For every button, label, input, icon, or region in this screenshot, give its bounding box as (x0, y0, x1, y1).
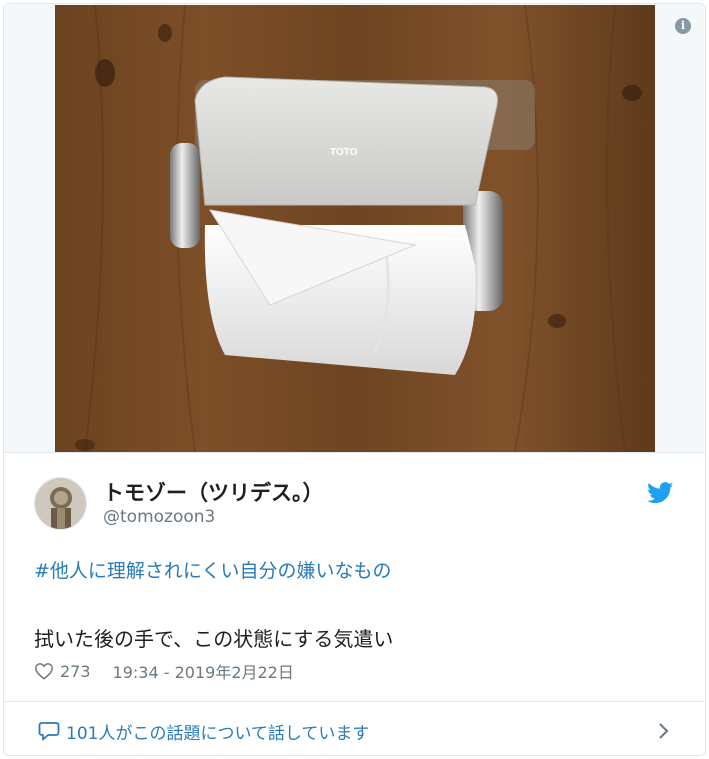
tweet-photo[interactable]: TOTO (55, 5, 655, 452)
like-count[interactable]: 273 (60, 662, 91, 681)
hashtag-link[interactable]: #他人に理解されにくい自分の嫌いなもの (34, 556, 392, 583)
heart-icon[interactable] (34, 662, 54, 680)
avatar[interactable] (34, 477, 87, 530)
twitter-bird-icon[interactable] (647, 482, 674, 504)
tweet-media[interactable]: TOTO i (4, 4, 705, 453)
info-icon[interactable]: i (675, 18, 691, 34)
tweet-text: 拭いた後の手で、この状態にする気遣い (34, 627, 394, 651)
conversation-footer[interactable]: 101人がこの話題について話しています (4, 701, 705, 755)
holder-brand-text: TOTO (330, 147, 358, 158)
conversation-link[interactable]: 101人がこの話題について話しています (66, 719, 369, 744)
embedded-tweet-card[interactable]: TOTO i トモゾー（ツリデス。） @tomozoon3 #他人に理解されにく… (3, 3, 706, 756)
tweet-timestamp[interactable]: 19:34 - 2019年2月22日 (113, 659, 294, 683)
author-name[interactable]: トモゾー（ツリデス。） (103, 477, 324, 507)
speech-bubble-icon (38, 722, 60, 741)
author-handle[interactable]: @tomozoon3 (103, 507, 215, 527)
chevron-right-icon[interactable] (658, 722, 670, 740)
tweet-meta: 273 19:34 - 2019年2月22日 (34, 660, 294, 682)
tweet-header: トモゾー（ツリデス。） @tomozoon3 (4, 453, 705, 533)
